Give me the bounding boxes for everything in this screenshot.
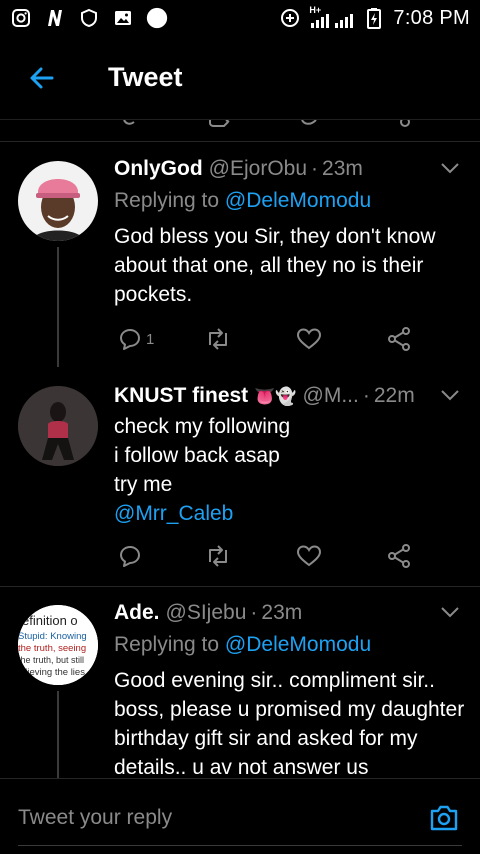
user-handle[interactable]: @M... [303, 384, 359, 408]
replying-to-mention[interactable]: @DeleMomodu [225, 633, 371, 656]
retweet-button[interactable] [204, 327, 232, 351]
reply-button[interactable] [118, 544, 142, 568]
separator-dot: · [362, 384, 370, 407]
netflix-icon [44, 7, 66, 29]
replying-to-label: Replying to [114, 189, 220, 212]
tweet-header: OnlyGod @EjorObu · 23m [114, 157, 466, 185]
tweet-body: Ade. @SIjebu · 23m Replying to @DeleMomo… [114, 601, 466, 778]
chevron-down-icon[interactable] [440, 161, 460, 175]
share-icon [388, 544, 410, 568]
tweet-actions [114, 542, 414, 570]
heart-icon [296, 545, 322, 567]
name-emojis: 👅👻 [254, 387, 297, 406]
share-icon [388, 327, 410, 351]
thread-line [57, 247, 59, 367]
tweet-text: Good evening sir.. compliment sir.. boss… [114, 666, 466, 778]
retweet-button[interactable] [204, 544, 232, 568]
chevron-down-icon[interactable] [440, 605, 460, 619]
display-name[interactable]: Ade. [114, 601, 160, 625]
tweet-time: 23m [322, 157, 363, 180]
page-title: Tweet [108, 62, 183, 92]
tweet-text-line: God bless you Sir, they don't know about… [114, 225, 436, 306]
separator-dot: · [311, 157, 319, 180]
avatar-text: Stupid: Knowing [18, 631, 87, 642]
tweet[interactable]: KNUST finest 👅👻 @M... · 22m check my fol… [0, 368, 480, 586]
reply-icon [120, 329, 140, 350]
tweet-text-line: i follow back asap [114, 444, 280, 467]
tweet-text-line: Good evening sir.. compliment sir.. boss… [114, 669, 465, 778]
shield-icon [78, 7, 100, 29]
arrow-left-icon[interactable] [26, 62, 58, 94]
replying-to-label: Replying to [114, 633, 220, 656]
status-bar: H+ 7:08 PM [0, 0, 480, 36]
signal-icon: H+ [309, 5, 355, 29]
avatar-text: the truth, but still [18, 655, 84, 665]
share-button[interactable] [386, 543, 412, 569]
tweet[interactable]: efinition o Stupid: Knowing the truth, s… [0, 587, 480, 778]
avatar[interactable]: efinition o Stupid: Knowing the truth, s… [18, 605, 98, 685]
replying-to-mention[interactable]: @DeleMomodu [225, 189, 371, 212]
tweet-header: Ade. @SIjebu · 23m [114, 601, 466, 629]
tweet-mention[interactable]: @Mrr_Caleb [114, 499, 466, 528]
chevron-down-icon[interactable] [440, 388, 460, 402]
instagram-icon [10, 7, 32, 29]
reply-button[interactable]: 1 [118, 327, 154, 351]
tweet-time: 22m [373, 384, 415, 407]
separator-dot: · [250, 601, 258, 624]
reply-input[interactable] [18, 803, 408, 833]
top-app-bar: Tweet [0, 36, 480, 120]
tweet-text-line: try me [114, 473, 173, 496]
reply-count: 1 [146, 330, 155, 348]
tweet-header: KNUST finest 👅👻 @M... · 22m [114, 384, 466, 412]
data-saver-icon [279, 7, 301, 29]
retweet-icon [209, 328, 227, 350]
gallery-icon [112, 7, 134, 29]
network-type-label: H+ [309, 5, 322, 15]
tweet-text: God bless you Sir, they don't know about… [114, 222, 466, 309]
avatar-text: efinition o [22, 613, 78, 628]
share-button[interactable] [386, 326, 412, 352]
thread-line [57, 691, 59, 778]
previous-tweet-actions [0, 120, 480, 142]
reply-icon [120, 546, 140, 567]
status-time: 7:08 PM [393, 6, 470, 29]
display-name[interactable]: KNUST finest [114, 384, 248, 408]
avatar-text: the truth, seeing [18, 643, 86, 654]
avatar[interactable] [18, 161, 98, 241]
avatar[interactable] [18, 386, 98, 466]
user-handle[interactable]: @EjorObu [209, 157, 307, 181]
tweet-body: KNUST finest 👅👻 @M... · 22m check my fol… [114, 384, 466, 528]
tweet-body: OnlyGod @EjorObu · 23m Replying to @Dele… [114, 157, 466, 309]
retweet-icon [209, 545, 227, 567]
notification-dot-icon [146, 7, 168, 29]
reply-underline [18, 845, 462, 846]
avatar-text: elieving the lies [20, 667, 85, 678]
tweet-text: check my following i follow back asap tr… [114, 412, 466, 528]
display-name[interactable]: OnlyGod [114, 157, 203, 181]
heart-icon [296, 328, 322, 350]
replying-to: Replying to @DeleMomodu [114, 189, 466, 218]
reply-bar [0, 778, 480, 854]
like-button[interactable] [296, 327, 322, 351]
user-handle[interactable]: @SIjebu [166, 601, 247, 625]
tweet-time: 23m [261, 601, 303, 624]
replying-to: Replying to @DeleMomodu [114, 633, 466, 662]
tweet-actions: 1 [114, 325, 414, 353]
tweet-text-line: check my following [114, 415, 291, 438]
battery-icon [363, 7, 385, 29]
camera-icon[interactable] [428, 803, 460, 833]
like-button[interactable] [296, 544, 322, 568]
tweet[interactable]: OnlyGod @EjorObu · 23m Replying to @Dele… [0, 143, 480, 367]
